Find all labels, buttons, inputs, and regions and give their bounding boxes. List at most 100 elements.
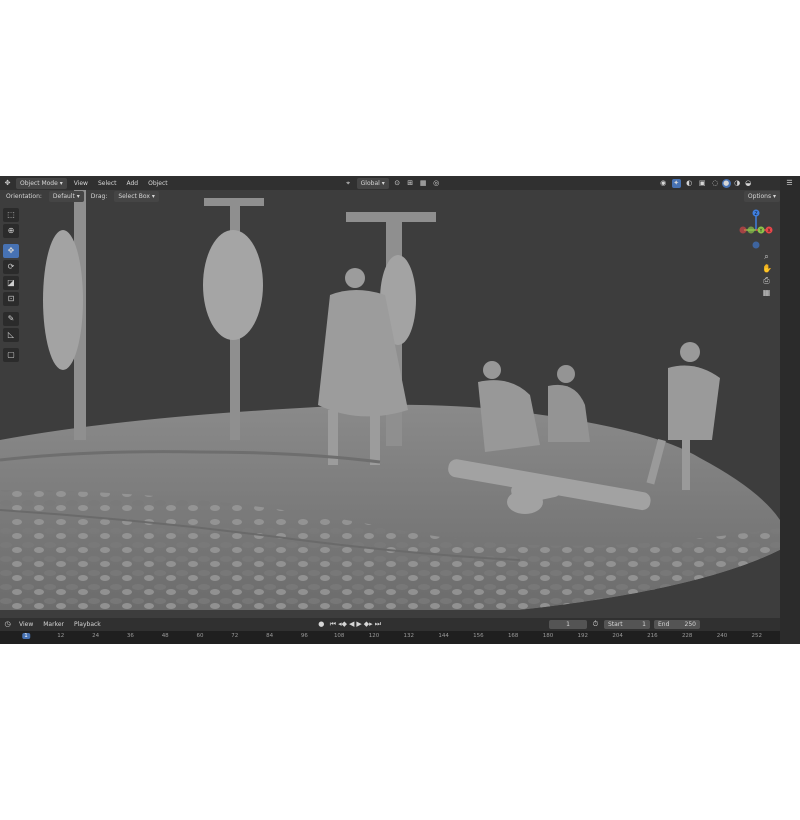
move-tool-icon[interactable]: ✥ [3,244,19,258]
cursor-tool-icon[interactable]: ⊕ [3,224,19,238]
timeline-ruler[interactable]: 1 12 24 36 48 60 72 84 96 108 120 132 144 156 168 180 19… [0,631,780,644]
camera-icon[interactable]: ⎙ [762,276,771,285]
3d-viewport[interactable] [0,190,780,618]
ruler-tick: 204 [612,633,623,639]
menu-add[interactable]: Add [123,178,141,189]
ruler-tick: 72 [231,633,239,639]
ruler-tick: 192 [577,633,589,639]
ruler-tick: 180 [542,633,554,639]
material-shading-icon[interactable]: ◑ [733,179,742,188]
ruler-tick: 24 [92,633,100,639]
playback-controls: ⏮ ◂◆ ◀ ▶ ◆▸ ⏭ [330,620,381,629]
jump-start-icon[interactable]: ⏮ [330,620,336,629]
ruler-tick: 228 [681,633,693,639]
ruler-tick: 12 [57,633,65,639]
ruler-tick: 108 [333,633,345,639]
navigation-gizmo[interactable]: Y X Z [734,208,778,252]
pivot-point-icon[interactable]: ⊙ [393,179,402,188]
gizmo-y-negative [747,226,755,234]
snap-target-icon[interactable]: ▦ [419,179,428,188]
transform-orientation-selector[interactable]: Global ▾ [356,177,389,189]
ruler-tick: 156 [473,633,484,639]
transform-tool-icon[interactable]: ⊡ [3,292,19,306]
cross-middle [203,198,264,440]
shading-modes: ◌ ● ◑ ◒ [711,178,753,188]
ruler-tick: 48 [161,633,169,639]
orientation-selector[interactable]: Default ▾ [48,190,84,202]
end-frame-field[interactable]: End 250 [654,620,700,629]
jump-end-icon[interactable]: ⏭ [375,620,381,629]
gizmo-x-negative [739,226,747,234]
viewport-header: ✥ Object Mode ▾ View Select Add Object ⌖… [0,176,780,190]
ruler-tick: 132 [403,633,415,639]
ruler-tick: 96 [300,633,308,639]
ruler-tick: 216 [647,633,658,639]
scene-render [0,190,780,618]
ruler-tick: 144 [438,633,449,639]
orientation-label: Orientation: [6,192,42,200]
options-button[interactable]: Options ▾ [743,190,780,202]
zoom-icon[interactable]: ⌕ [762,252,771,261]
current-frame-field[interactable]: 1 [549,620,587,629]
rendered-shading-icon[interactable]: ◒ [744,179,753,188]
ruler-tick: 252 [751,633,763,639]
menu-object[interactable]: Object [145,178,171,189]
ruler-tick: 84 [266,633,274,639]
ruler-tick: 240 [716,633,728,639]
ruler-tick: 36 [126,633,134,639]
proportional-editing-icon[interactable]: ◎ [432,179,441,188]
select-tool-icon[interactable]: ⬚ [3,208,19,222]
perspective-grid-icon[interactable]: ▦ [762,288,771,297]
prev-keyframe-icon[interactable]: ◂◆ [338,620,347,629]
menu-view[interactable]: View [71,178,91,189]
ruler-tick: 1 [22,633,30,639]
measure-tool-icon[interactable]: ◺ [3,328,19,342]
ruler-tick: 168 [507,633,519,639]
timeline-menu-playback[interactable]: Playback [71,619,104,630]
editor-type-icon[interactable]: ✥ [3,179,12,188]
drag-label: Drag: [90,192,108,200]
soldier-kneeling-1 [478,361,540,452]
overlays-icon[interactable]: ◐ [685,179,694,188]
gizmo-z-label: Z [754,211,757,217]
soldier-kneeling-2 [548,365,590,442]
timeline-editor-type-icon[interactable]: ◷ [3,620,12,629]
properties-editor-icon[interactable]: ☰ [785,179,794,188]
viewport-nav-buttons: ⌕ ✋ ⎙ ▦ [762,252,776,297]
scale-tool-icon[interactable]: ◪ [3,276,19,290]
timeline-menu-marker[interactable]: Marker [40,619,67,630]
snap-icon[interactable]: ⊞ [406,179,415,188]
stopwatch-icon[interactable]: ⏱ [591,620,600,629]
transform-orientation-icon: ⌖ [346,178,351,187]
timeline-menu-view[interactable]: View [16,619,36,630]
gizmo-y-label: Y [759,228,763,234]
next-keyframe-icon[interactable]: ◆▸ [364,620,373,629]
record-icon[interactable]: ● [317,620,326,629]
visibility-icon[interactable]: ◉ [659,179,668,188]
drag-selector[interactable]: Select Box ▾ [114,190,159,202]
pan-hand-icon[interactable]: ✋ [762,264,772,273]
cross-left [43,190,86,440]
blender-window: ✥ Object Mode ▾ View Select Add Object ⌖… [0,176,800,644]
tool-settings-header: Orientation: Default ▾ Drag: Select Box … [0,190,780,202]
properties-strip: ☰ ⚙ ⎙ ⎘ ▤ ◭ ● ▭ ▪ 🔧 ⁘ ◎ ⊗ ▽ ◕ [780,176,800,644]
play-icon[interactable]: ▶ [356,620,361,629]
timeline-editor: ◷ View Marker Playback ● ⏮ ◂◆ ◀ ▶ ◆▸ ⏭ 1… [0,618,780,644]
ruler-tick: 60 [196,633,204,639]
play-reverse-icon[interactable]: ◀ [349,620,354,629]
solid-shading-icon[interactable]: ● [721,178,731,188]
gizmo-toggle-icon[interactable]: ✦ [671,178,681,188]
gizmo-z-negative [752,241,760,249]
add-cube-tool-icon[interactable]: ▢ [3,348,19,362]
xray-icon[interactable]: ▣ [698,179,707,188]
start-frame-field[interactable]: Start 1 [604,620,650,629]
timeline-header: ◷ View Marker Playback ● ⏮ ◂◆ ◀ ▶ ◆▸ ⏭ 1… [0,618,780,631]
gizmo-x-label: X [767,228,770,234]
ruler-tick: 120 [368,633,380,639]
menu-select[interactable]: Select [95,178,120,189]
wireframe-shading-icon[interactable]: ◌ [711,179,720,188]
tool-shelf: ⬚ ⊕ ✥ ⟳ ◪ ⊡ ✎ ◺ ▢ [3,208,21,362]
annotate-tool-icon[interactable]: ✎ [3,312,19,326]
mode-selector[interactable]: Object Mode ▾ [16,177,67,189]
rotate-tool-icon[interactable]: ⟳ [3,260,19,274]
